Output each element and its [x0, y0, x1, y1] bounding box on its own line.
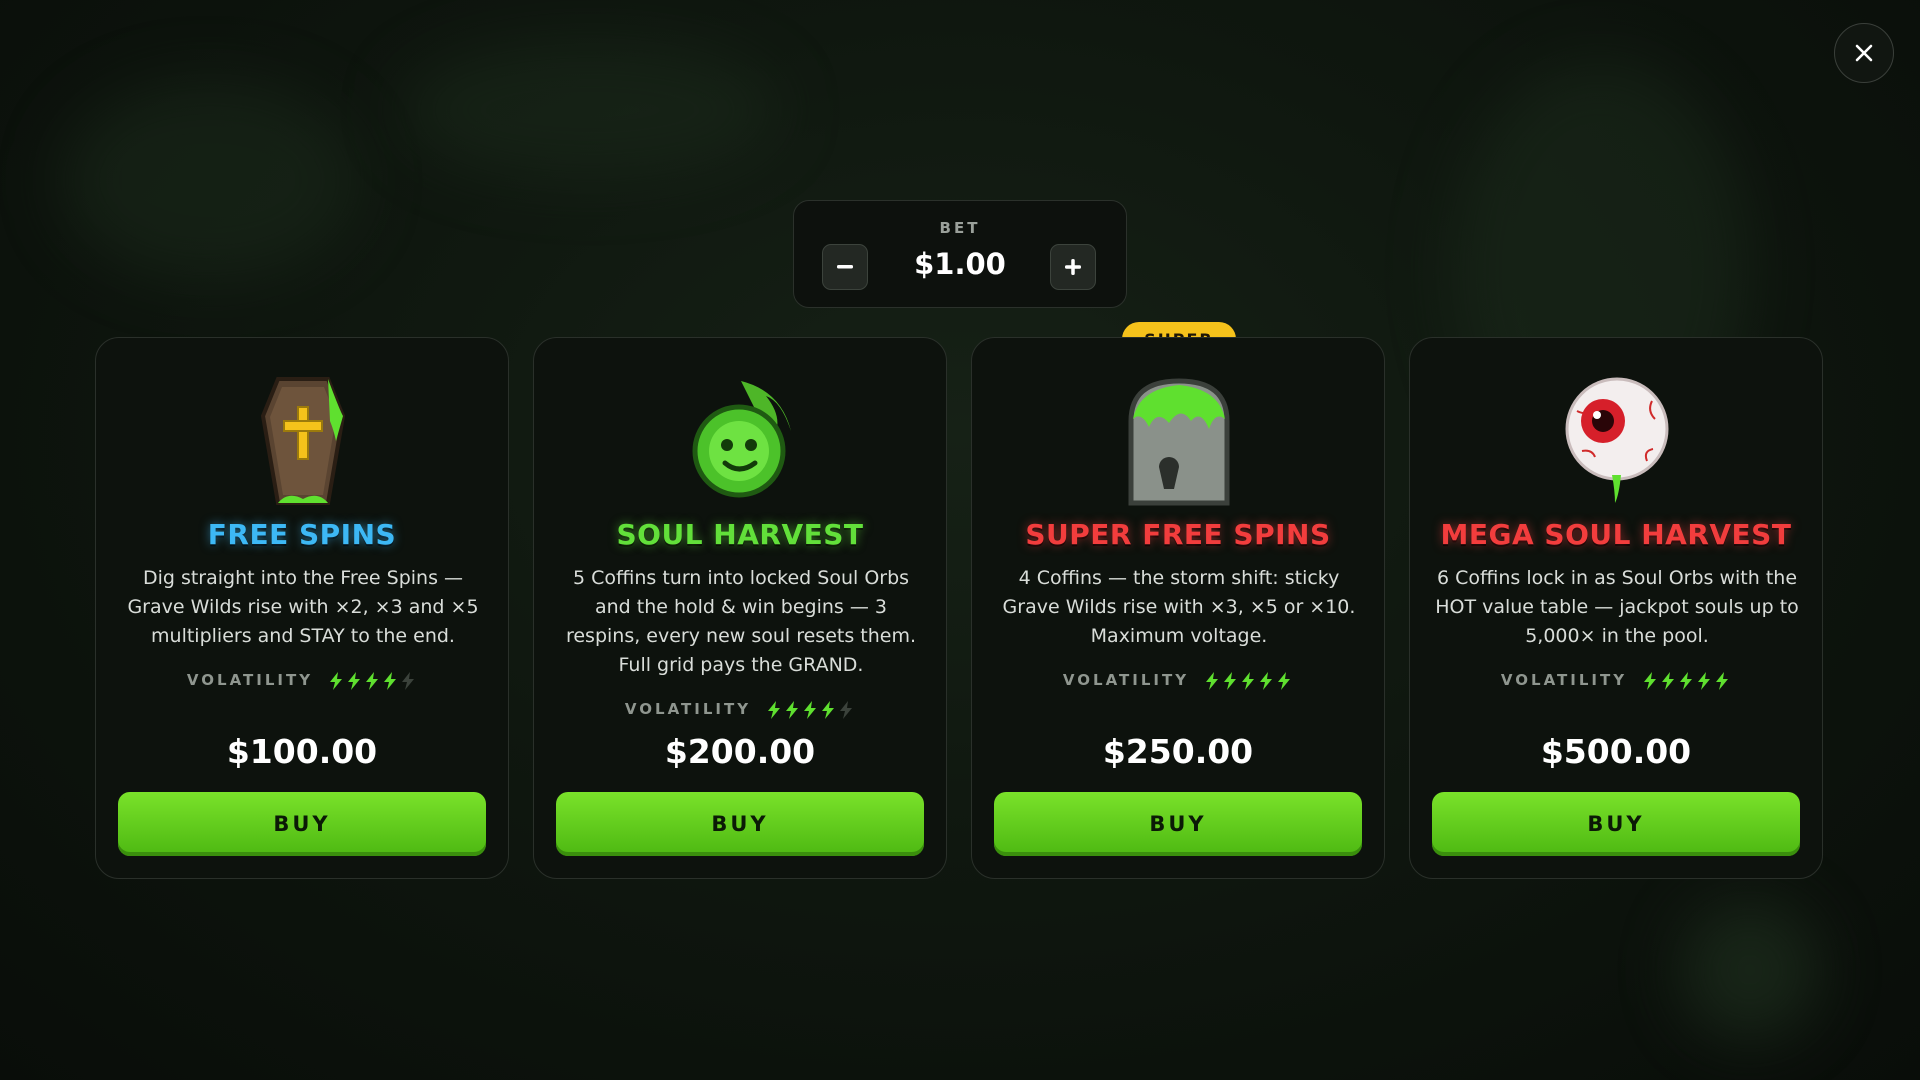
volatility-label: VOLATILITY	[1500, 671, 1628, 689]
bet-increase-button[interactable]	[1050, 244, 1096, 290]
lightning-bolt-icon	[384, 671, 397, 690]
lightning-bolt-icon	[1644, 671, 1657, 690]
volatility-label: VOLATILITY	[186, 671, 314, 689]
lightning-bolt-icon	[804, 700, 817, 719]
wild-tombstone-icon	[1104, 366, 1254, 516]
lightning-bolt-icon	[768, 700, 781, 719]
lightning-bolt-icon	[1224, 671, 1237, 690]
card-title: MEGA SOUL HARVEST	[1440, 518, 1792, 551]
bet-panel: BET $1.00	[793, 200, 1127, 308]
buy-button-free-spins[interactable]: BUY	[118, 792, 486, 856]
lightning-bolt-icon	[1242, 671, 1255, 690]
lightning-bolt-icon	[840, 700, 853, 719]
coffin-icon	[228, 366, 378, 516]
background-shape	[1680, 900, 1820, 1040]
feature-card-super-free-spins: SUPER FREE SPINS 4 Coffins — the storm s…	[971, 337, 1385, 879]
lightning-bolt-icon	[1260, 671, 1273, 690]
card-price: $500.00	[1540, 732, 1692, 771]
volatility-bolts	[327, 671, 417, 690]
lightning-bolt-icon	[366, 671, 379, 690]
lightning-bolt-icon	[1698, 671, 1711, 690]
lightning-bolt-icon	[1206, 671, 1219, 690]
volatility-meter: VOLATILITY	[1410, 671, 1822, 690]
close-icon	[1855, 44, 1873, 62]
lightning-bolt-icon	[822, 700, 835, 719]
volatility-label: VOLATILITY	[624, 700, 752, 718]
card-description: Dig straight into the Free Spins — Grave…	[127, 567, 479, 647]
lightning-bolt-icon	[1278, 671, 1291, 690]
lightning-bolt-icon	[1716, 671, 1729, 690]
volatility-label: VOLATILITY	[1062, 671, 1190, 689]
plus-icon	[1065, 259, 1081, 275]
lightning-bolt-icon	[402, 671, 415, 690]
feature-card-free-spins: FREE SPINS Dig straight into the Free Sp…	[95, 337, 509, 879]
background-shape	[60, 80, 360, 280]
card-title: SOUL HARVEST	[616, 518, 864, 551]
volatility-meter: VOLATILITY	[96, 671, 508, 690]
lightning-bolt-icon	[348, 671, 361, 690]
card-title: FREE SPINS	[207, 518, 397, 551]
buy-button-soul-harvest[interactable]: BUY	[556, 792, 924, 856]
card-title: SUPER FREE SPINS	[1025, 518, 1331, 551]
card-description: 4 Coffins — the storm shift: sticky Grav…	[1002, 567, 1356, 647]
card-price: $250.00	[1102, 732, 1254, 771]
card-description: 5 Coffins turn into locked Soul Orbs and…	[565, 567, 917, 676]
volatility-bolts	[1641, 671, 1731, 690]
card-description: 6 Coffins lock in as Soul Orbs with the …	[1435, 567, 1799, 647]
bet-label: BET	[939, 219, 981, 237]
card-price: $200.00	[664, 732, 816, 771]
volatility-meter: VOLATILITY	[972, 671, 1384, 690]
lightning-bolt-icon	[786, 700, 799, 719]
card-price: $100.00	[226, 732, 378, 771]
volatility-meter: VOLATILITY	[534, 700, 946, 719]
feature-card-mega-soul-harvest: MEGA SOUL HARVEST 6 Coffins lock in as S…	[1409, 337, 1823, 879]
feature-card-soul-harvest: SOUL HARVEST 5 Coffins turn into locked …	[533, 337, 947, 879]
lightning-bolt-icon	[330, 671, 343, 690]
lightning-bolt-icon	[1680, 671, 1693, 690]
eyeball-icon	[1542, 366, 1692, 516]
volatility-bolts	[1203, 671, 1293, 690]
buy-button-super-free-spins[interactable]: BUY	[994, 792, 1362, 856]
background-shape	[400, 40, 780, 180]
volatility-bolts	[765, 700, 855, 719]
soul-orb-icon	[666, 366, 816, 516]
lightning-bolt-icon	[1662, 671, 1675, 690]
close-button[interactable]	[1834, 23, 1894, 83]
buy-button-mega-soul-harvest[interactable]: BUY	[1432, 792, 1800, 856]
